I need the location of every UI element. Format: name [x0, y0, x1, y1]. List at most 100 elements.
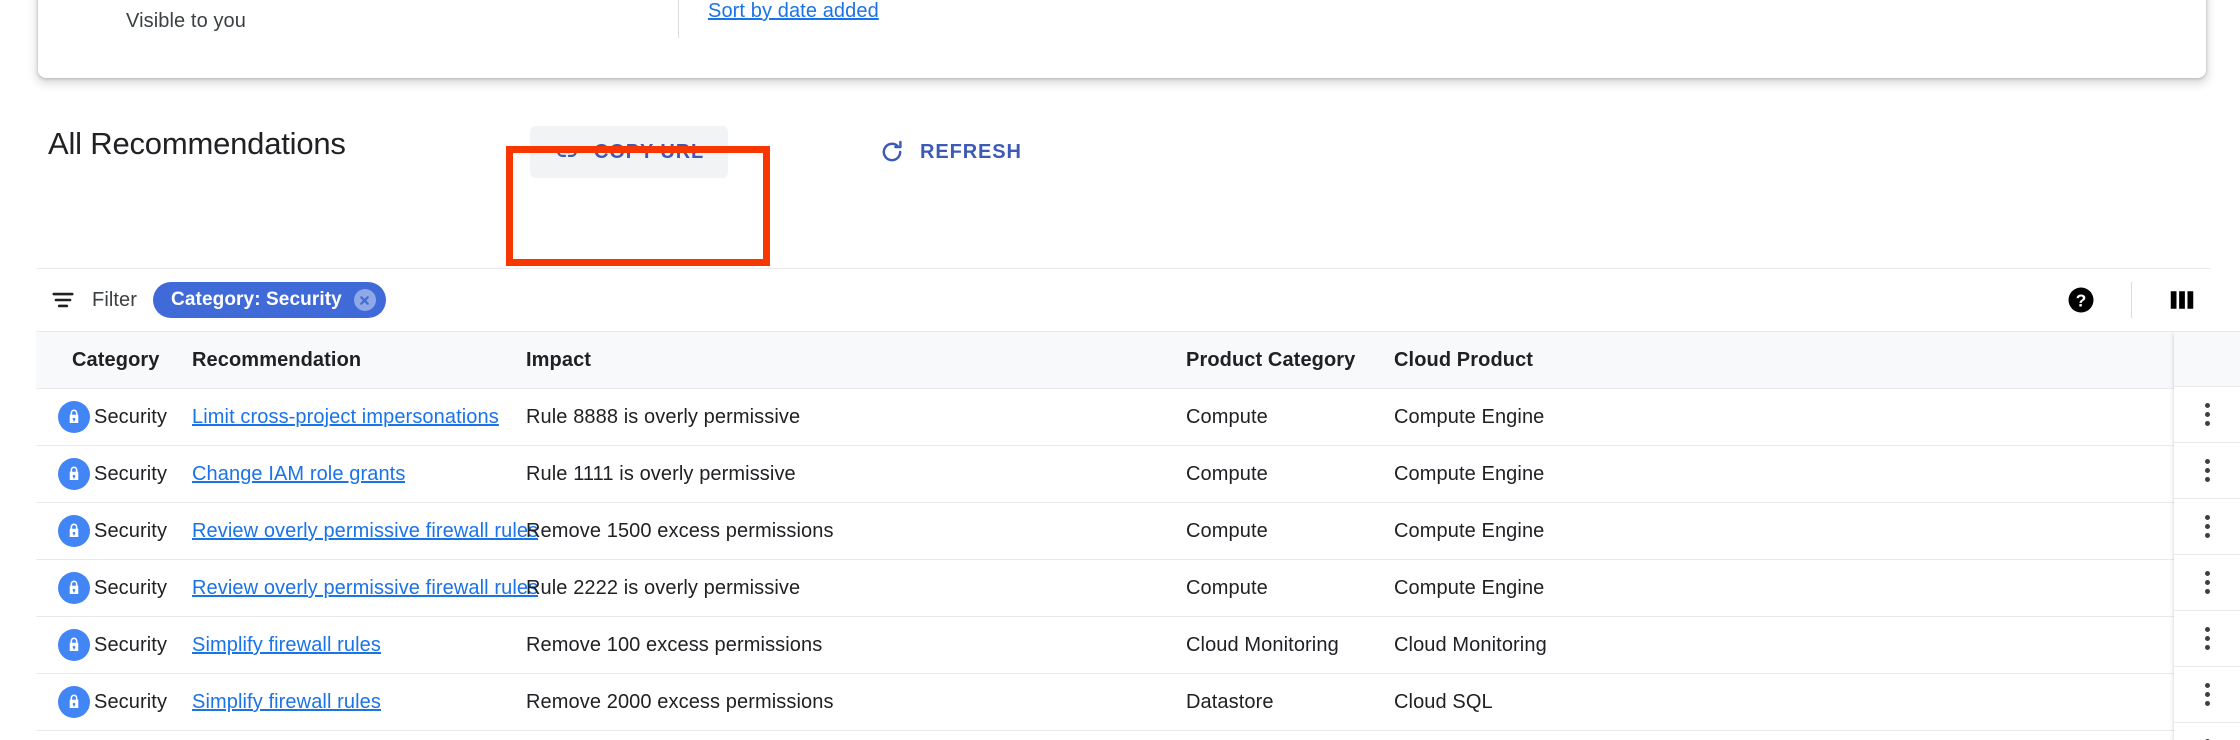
cell-recommendation: Review overly permissive firewall rules — [192, 560, 538, 616]
cell-recommendation: Change IAM role grants — [192, 446, 405, 502]
table-row[interactable]: Security Change IAM role grants Rule 111… — [36, 446, 2240, 503]
filter-chip-label: Category: Security — [171, 289, 342, 310]
recommendations-table: Category Recommendation Impact Product C… — [36, 331, 2240, 740]
filter-label[interactable]: Filter — [92, 289, 137, 312]
cell-cloud-product — [1394, 731, 1546, 740]
refresh-label: REFRESH — [920, 140, 1022, 163]
column-settings-icon — [2167, 285, 2197, 315]
table-row[interactable]: Security Limit cross-project impersonati… — [36, 389, 2240, 446]
column-header-cloud-product[interactable]: Cloud Product — [1394, 332, 1533, 388]
cell-category-label: Security — [94, 520, 168, 542]
cell-category: Security — [58, 560, 167, 616]
cell-recommendation: Review overly permissive firewall rules — [192, 503, 538, 559]
help-icon: ? — [2066, 285, 2096, 315]
table-tools: ? — [2057, 269, 2206, 331]
column-header-category[interactable]: Category — [72, 332, 160, 388]
cell-category-label: Security — [94, 634, 168, 656]
column-settings-button[interactable] — [2158, 276, 2206, 324]
cell-impact: Remove 100 excess permissions — [526, 634, 823, 656]
cell-cloud-product: Cloud SQL — [1394, 691, 1493, 713]
cell-product-category: Cloud Monitoring — [1186, 634, 1339, 656]
row-menu-button[interactable] — [2174, 443, 2240, 499]
recommendations-page: Visible to you Sort by date added All Re… — [0, 0, 2240, 740]
more-vert-icon — [2204, 403, 2210, 426]
recommendation-link[interactable]: Limit cross-project impersonations — [192, 406, 499, 428]
column-header-product-category[interactable]: Product Category — [1186, 332, 1355, 388]
row-actions-header — [2174, 331, 2240, 387]
table-row[interactable]: Security Review overly permissive firewa… — [36, 560, 2240, 617]
filter-chip-category-security[interactable]: Category: Security — [153, 282, 386, 318]
sort-by-date-added-link[interactable]: Sort by date added — [708, 0, 879, 23]
filter-list-icon[interactable] — [50, 287, 76, 313]
cell-category: Security — [58, 674, 167, 730]
more-vert-icon — [2204, 683, 2210, 706]
lock-icon — [58, 686, 90, 718]
row-menu-button[interactable] — [2174, 387, 2240, 443]
page-title: All Recommendations — [48, 126, 346, 161]
cell-category: Security — [58, 446, 167, 502]
summary-card-divider — [678, 0, 679, 38]
lock-icon — [58, 572, 90, 604]
row-menu-button[interactable] — [2174, 723, 2240, 740]
column-header-impact[interactable]: Impact — [526, 332, 591, 388]
lock-icon — [58, 458, 90, 490]
cell-category: Security — [58, 389, 167, 445]
cell-category: Security — [58, 503, 167, 559]
cell-product-category: Compute — [1186, 577, 1268, 599]
tools-divider — [2131, 282, 2132, 318]
row-menu-button[interactable] — [2174, 667, 2240, 723]
table-header-row: Category Recommendation Impact Product C… — [36, 331, 2240, 389]
recommendation-link[interactable]: Simplify firewall rules — [192, 634, 381, 656]
cell-cloud-product: Compute Engine — [1394, 463, 1545, 485]
refresh-icon — [878, 138, 906, 166]
row-menu-button[interactable] — [2174, 611, 2240, 667]
table-row[interactable] — [36, 731, 2240, 740]
cell-cloud-product: Compute Engine — [1394, 406, 1545, 428]
cell-product-category: Compute — [1186, 520, 1268, 542]
summary-card-row: Visible to you — [38, 0, 2206, 42]
filter-bar: Filter Category: Security ? — [0, 269, 2240, 331]
cell-category-label: Security — [94, 577, 168, 599]
link-icon — [554, 139, 580, 165]
cell-category-label: Security — [94, 691, 168, 713]
cell-impact: Rule 1111 is overly permissive — [526, 463, 796, 485]
row-actions-column — [2174, 331, 2240, 740]
recommendation-link[interactable]: Review overly permissive firewall rules — [192, 520, 538, 542]
close-circle-icon[interactable] — [353, 289, 376, 311]
cell-impact: Remove 2000 excess permissions — [526, 691, 834, 713]
cell-cloud-product: Compute Engine — [1394, 577, 1545, 599]
recommendation-link[interactable]: Simplify firewall rules — [192, 691, 381, 713]
visibility-label: Visible to you — [126, 9, 246, 32]
cell-recommendation: Simplify firewall rules — [192, 617, 381, 673]
table-row[interactable]: Security Simplify firewall rules Remove … — [36, 674, 2240, 731]
cell-impact: Remove 1500 excess permissions — [526, 520, 834, 542]
column-header-recommendation[interactable]: Recommendation — [192, 332, 361, 388]
more-vert-icon — [2204, 571, 2210, 594]
table-row[interactable]: Security Simplify firewall rules Remove … — [36, 617, 2240, 674]
table-row[interactable]: Security Review overly permissive firewa… — [36, 503, 2240, 560]
cell-recommendation: Limit cross-project impersonations — [192, 389, 499, 445]
more-vert-icon — [2204, 515, 2210, 538]
cell-cloud-product: Compute Engine — [1394, 520, 1545, 542]
row-menu-button[interactable] — [2174, 555, 2240, 611]
cell-category-label: Security — [94, 406, 168, 428]
cell-product-category: Datastore — [1186, 691, 1274, 713]
copy-url-label: COPY URL — [594, 140, 705, 163]
recommendation-link[interactable]: Review overly permissive firewall rules — [192, 577, 538, 599]
refresh-button[interactable]: REFRESH — [866, 126, 1034, 178]
row-menu-button[interactable] — [2174, 499, 2240, 555]
cell-category: Security — [58, 617, 167, 673]
svg-text:?: ? — [2076, 290, 2087, 310]
page-header: All Recommendations COPY URL REFRESH — [0, 112, 2240, 192]
lock-icon — [58, 629, 90, 661]
recommendation-link[interactable]: Change IAM role grants — [192, 463, 405, 485]
cell-category — [58, 731, 94, 740]
help-button[interactable]: ? — [2057, 276, 2105, 324]
cell-product-category: Compute — [1186, 406, 1268, 428]
summary-card: Visible to you Sort by date added — [38, 0, 2206, 78]
lock-icon — [58, 515, 90, 547]
cell-cloud-product: Cloud Monitoring — [1394, 634, 1546, 656]
lock-icon — [58, 401, 90, 433]
more-vert-icon — [2204, 459, 2210, 482]
copy-url-button[interactable]: COPY URL — [530, 126, 729, 178]
